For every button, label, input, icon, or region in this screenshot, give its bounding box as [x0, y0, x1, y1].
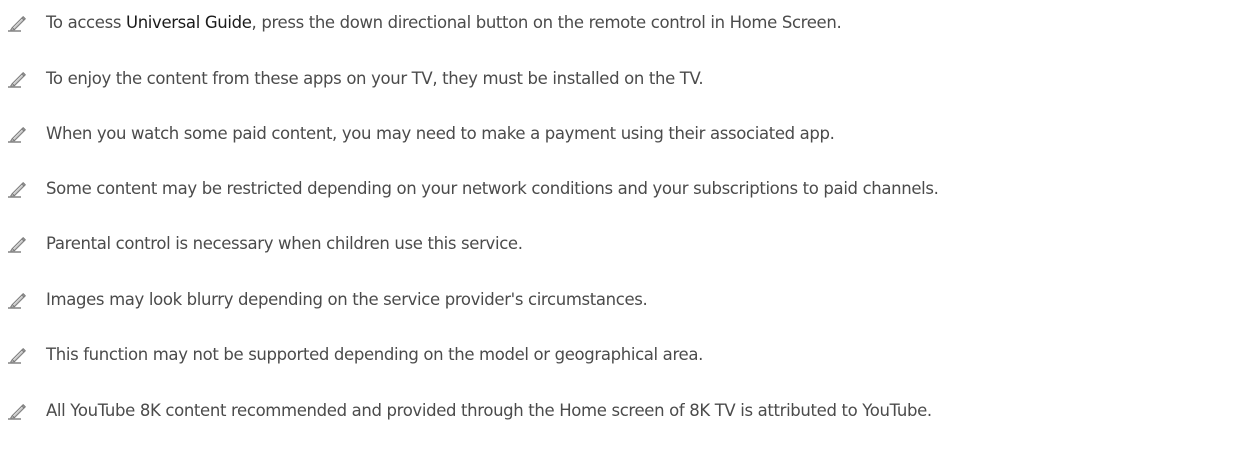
note-item: This function may not be supported depen… [0, 340, 1235, 370]
note-text: Parental control is necessary when child… [46, 234, 523, 253]
pencil-icon [7, 234, 27, 254]
note-text: Some content may be restricted depending… [46, 179, 939, 198]
note-item: Parental control is necessary when child… [0, 229, 1235, 259]
note-text: All YouTube 8K content recommended and p… [46, 401, 932, 420]
note-text: To access Universal Guide, press the dow… [46, 13, 842, 32]
pencil-icon [7, 13, 27, 33]
note-text: To enjoy the content from these apps on … [46, 69, 704, 88]
note-text: Images may look blurry depending on the … [46, 290, 648, 309]
note-item: All YouTube 8K content recommended and p… [0, 396, 1235, 426]
note-item: When you watch some paid content, you ma… [0, 119, 1235, 149]
note-item: Images may look blurry depending on the … [0, 285, 1235, 315]
note-item: To access Universal Guide, press the dow… [0, 8, 1235, 38]
note-item: To enjoy the content from these apps on … [0, 64, 1235, 94]
note-text: This function may not be supported depen… [46, 345, 703, 364]
note-text: When you watch some paid content, you ma… [46, 124, 835, 143]
pencil-icon [7, 290, 27, 310]
pencil-icon [7, 124, 27, 144]
pencil-icon [7, 345, 27, 365]
pencil-icon [7, 401, 27, 421]
pencil-icon [7, 179, 27, 199]
note-item: Some content may be restricted depending… [0, 174, 1235, 204]
pencil-icon [7, 69, 27, 89]
universal-guide-term: Universal Guide [125, 13, 252, 32]
